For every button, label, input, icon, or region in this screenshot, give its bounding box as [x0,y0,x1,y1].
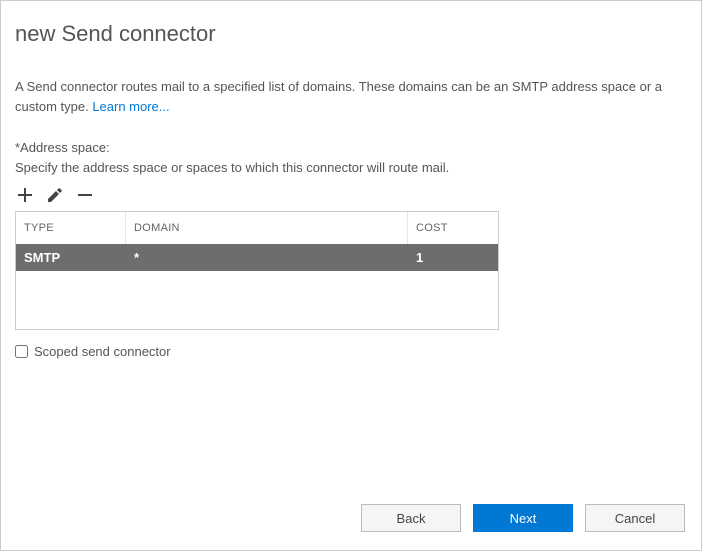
back-button[interactable]: Back [361,504,461,532]
description-text: A Send connector routes mail to a specif… [15,77,687,116]
footer-buttons: Back Next Cancel [361,504,685,532]
address-space-hint: Specify the address space or spaces to w… [15,158,687,178]
col-header-domain[interactable]: DOMAIN [126,212,408,244]
table-body: SMTP * 1 [16,244,498,329]
col-header-type[interactable]: TYPE [16,212,126,244]
page-title: new Send connector [15,21,687,47]
address-space-table: TYPE DOMAIN COST SMTP * 1 [15,211,499,330]
address-space-label: *Address space: [15,138,687,158]
next-button[interactable]: Next [473,504,573,532]
col-header-cost[interactable]: COST [408,212,498,244]
cell-cost: 1 [408,244,498,271]
cell-domain: * [126,244,408,271]
table-row[interactable]: SMTP * 1 [16,244,498,271]
cell-type: SMTP [16,244,126,271]
scoped-label: Scoped send connector [34,344,171,359]
minus-icon [78,188,92,202]
table-header: TYPE DOMAIN COST [16,212,498,244]
remove-button[interactable] [77,187,93,203]
scoped-checkbox-row[interactable]: Scoped send connector [15,344,687,359]
learn-more-link[interactable]: Learn more... [92,99,169,114]
edit-button[interactable] [47,187,63,203]
add-button[interactable] [17,187,33,203]
pencil-icon [48,188,62,202]
scoped-checkbox[interactable] [15,345,28,358]
plus-icon [18,188,32,202]
address-space-toolbar [17,187,687,203]
cancel-button[interactable]: Cancel [585,504,685,532]
